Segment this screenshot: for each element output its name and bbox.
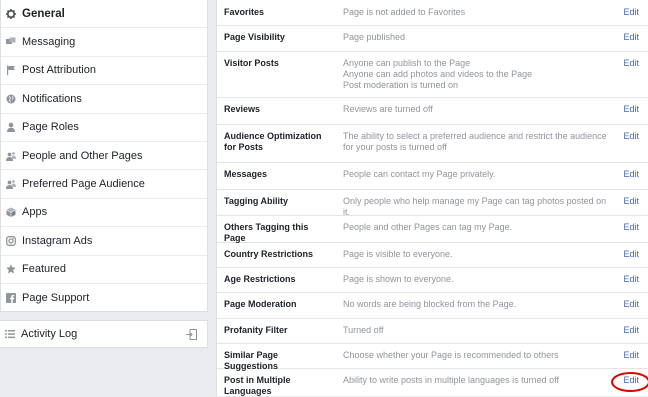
flag-icon (6, 65, 16, 76)
settings-panel: Post in Multiple Languages Ability to wri… (216, 0, 648, 396)
edit-link[interactable]: Edit (623, 196, 639, 207)
setting-value: Anyone can publish to the Page Anyone ca… (343, 58, 533, 90)
setting-value: Page is visible to everyone. (343, 249, 453, 259)
activity-log-label: Activity Log (21, 328, 78, 340)
edit-link[interactable]: Edit (623, 7, 639, 18)
sidebar-item-people-and-other-pages[interactable]: People and Other Pages (1, 142, 207, 171)
edit-link[interactable]: Edit (623, 249, 639, 260)
setting-row-others-tagging-this-page: Others Tagging this Page People and other… (217, 215, 648, 243)
edit-link[interactable]: Edit (623, 131, 639, 142)
sidebar-item-label: Featured (22, 263, 67, 276)
setting-row-visitor-posts: Visitor Posts Anyone can publish to the P… (217, 51, 648, 98)
globe-icon (6, 94, 16, 104)
setting-value: Page published (343, 32, 406, 42)
setting-row-page-moderation: Page Moderation No words are being blocke… (217, 292, 648, 319)
sidebar-item-messaging[interactable]: Messaging (1, 28, 207, 57)
sidebar-item-featured[interactable]: Featured (1, 256, 207, 284)
setting-row-page-visibility: Page Visibility Page published Edit (217, 25, 648, 52)
setting-row-favorites: Favorites Page is not added to Favorites E… (217, 0, 648, 26)
gear-icon (6, 8, 16, 19)
highlight-circle (611, 372, 648, 392)
setting-value: People can contact my Page privately. (343, 169, 496, 179)
setting-row-country-restrictions: Country Restrictions Page is visible to e… (217, 242, 648, 268)
sidebar-item-post-attribution[interactable]: Post Attribution (1, 57, 207, 86)
edit-link[interactable]: Edit (623, 274, 639, 285)
sidebar-item-label: Instagram Ads (22, 234, 93, 247)
sidebar-item-notifications[interactable]: Notifications (1, 85, 207, 114)
sidebar-item-label: Post Attribution (22, 64, 96, 77)
sidebar-item-label: People and Other Pages (22, 149, 143, 162)
setting-label: Page Visibility (224, 32, 285, 42)
sidebar-item-label: General (22, 7, 65, 20)
sidebar-item-general[interactable]: General (1, 0, 207, 29)
setting-value: Turned off (343, 325, 384, 335)
list-icon (5, 329, 15, 339)
cube-icon (6, 207, 16, 218)
setting-label: Reviews (224, 104, 261, 114)
setting-value: Page is shown to everyone. (343, 274, 454, 284)
setting-value: Only people who help manage my Page can … (343, 196, 607, 217)
person-icon (6, 122, 16, 133)
sidebar-item-label: Messaging (22, 36, 76, 49)
sidebar-item-label: Page Support (22, 292, 90, 305)
setting-value: Reviews are turned off (343, 104, 433, 114)
sidebar-item-preferred-page-audience[interactable]: Preferred Page Audience (1, 170, 207, 199)
settings-nav: General Messaging Post Attribution Notifica… (0, 0, 208, 312)
star-icon (6, 264, 16, 274)
setting-label: Tagging Ability (224, 196, 288, 206)
setting-value: Choose whether your Page is recommended … (343, 350, 559, 360)
setting-label: Page Moderation (224, 299, 297, 309)
setting-value: People and other Pages can tag my Page. (343, 222, 513, 232)
setting-label: Favorites (224, 7, 265, 17)
sidebar-item-instagram-ads[interactable]: Instagram Ads (1, 227, 207, 256)
people-icon (6, 179, 16, 190)
setting-label: Post in Multiple Languages (224, 375, 291, 396)
setting-label: Visitor Posts (224, 58, 279, 68)
edit-link[interactable]: Edit (623, 350, 639, 361)
sidebar-item-label: Preferred Page Audience (22, 178, 145, 191)
messaging-icon (6, 37, 16, 47)
setting-row-reviews: Reviews Reviews are turned off Edit (217, 97, 648, 125)
setting-label: Messages (224, 169, 268, 179)
sidebar-item-label: Page Roles (22, 121, 79, 134)
instagram-icon (6, 235, 16, 246)
setting-row-similar-page-suggestions: Similar Page Suggestions Choose whether y… (217, 343, 648, 371)
people-icon (6, 151, 16, 161)
setting-row-tagging-ability: Tagging Ability Only people who help mana… (217, 189, 648, 217)
setting-label: Others Tagging this Page (224, 222, 309, 243)
sidebar-item-apps[interactable]: Apps (1, 199, 207, 228)
setting-label: Similar Page Suggestions (224, 350, 279, 371)
edit-link[interactable]: Edit (623, 58, 639, 69)
setting-row-age-restrictions: Age Restrictions Page is shown to everyon… (217, 267, 648, 293)
edit-link[interactable]: Edit (623, 169, 639, 180)
sidebar-item-page-roles[interactable]: Page Roles (1, 114, 207, 142)
exit-icon[interactable] (186, 329, 197, 343)
setting-label: Profanity Filter (224, 325, 288, 335)
edit-link[interactable]: Edit (623, 299, 639, 310)
sidebar-item-label: Notifications (22, 92, 82, 105)
sidebar-item-page-support[interactable]: Page Support (1, 284, 207, 312)
facebook-icon (6, 293, 16, 304)
setting-value: Ability to write posts in multiple langu… (343, 375, 559, 385)
edit-link[interactable]: Edit (623, 222, 639, 233)
setting-label: Country Restrictions (224, 249, 314, 259)
setting-label: Audience Optimization for Posts (224, 131, 322, 152)
activity-log-item[interactable]: Activity Log (0, 320, 208, 348)
setting-row-messages: Messages People can contact my Page priva… (217, 162, 648, 190)
setting-value: No words are being blocked from the Page… (343, 299, 517, 309)
settings-sidebar: General Messaging Post Attribution Notifica… (0, 0, 208, 312)
setting-row-post-in-multiple-languages: Post in Multiple Languages Ability to wri… (217, 368, 648, 396)
edit-link[interactable]: Edit (623, 32, 639, 43)
edit-link[interactable]: Edit (623, 325, 639, 336)
setting-row-profanity-filter: Profanity Filter Turned off Edit (217, 318, 648, 344)
sidebar-item-label: Apps (22, 206, 48, 219)
edit-link[interactable]: Edit (623, 104, 639, 115)
setting-label: Age Restrictions (224, 274, 296, 284)
setting-row-audience-optimization-for-posts: Audience Optimization for Posts The abili… (217, 124, 648, 163)
setting-value: The ability to select a preferred audien… (343, 131, 607, 152)
setting-value: Page is not added to Favorites (343, 7, 466, 17)
